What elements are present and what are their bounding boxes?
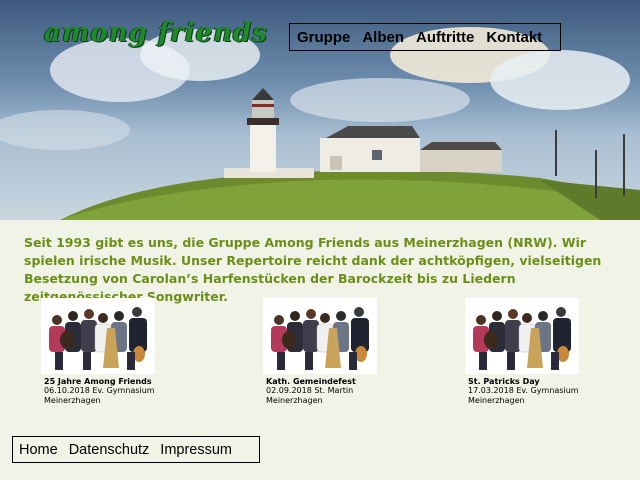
- event-card[interactable]: St. Patricks Day 17.03.2018 Ev. Gymnasiu…: [465, 298, 615, 406]
- event-date-location: 17.03.2018 Ev. Gymnasium: [468, 386, 579, 395]
- event-title: Kath. Gemeindefest: [266, 377, 356, 386]
- band-photo[interactable]: [263, 298, 377, 374]
- event-city: Meinerzhagen: [44, 396, 101, 405]
- event-card[interactable]: 25 Jahre Among Friends 06.10.2018 Ev. Gy…: [41, 298, 191, 406]
- event-card[interactable]: Kath. Gemeindefest 02.09.2018 St. Martin…: [263, 298, 413, 406]
- nav-link-alben[interactable]: Alben: [362, 29, 404, 46]
- event-date-location: 02.09.2018 St. Martin: [266, 386, 354, 395]
- footer-navigation: Home Datenschutz Impressum: [12, 436, 260, 463]
- nav-link-auftritte[interactable]: Auftritte: [416, 29, 474, 46]
- intro-text: Seit 1993 gibt es uns, die Gruppe Among …: [24, 235, 602, 304]
- event-city: Meinerzhagen: [468, 396, 525, 405]
- band-photo[interactable]: [41, 298, 155, 374]
- footer-link-impressum[interactable]: Impressum: [160, 442, 232, 458]
- event-title: 25 Jahre Among Friends: [44, 377, 152, 386]
- nav-link-gruppe[interactable]: Gruppe: [297, 29, 350, 46]
- nav-link-kontakt[interactable]: Kontakt: [486, 29, 542, 46]
- brand-logo[interactable]: among friends: [44, 18, 268, 48]
- event-date-location: 06.10.2018 Ev. Gymnasium: [44, 386, 155, 395]
- event-title: St. Patricks Day: [468, 377, 540, 386]
- footer-link-home[interactable]: Home: [19, 442, 58, 458]
- footer-link-datenschutz[interactable]: Datenschutz: [69, 442, 150, 458]
- band-photo[interactable]: [465, 298, 579, 374]
- hero-banner: among friends Gruppe Alben Auftritte Kon…: [0, 0, 640, 220]
- event-city: Meinerzhagen: [266, 396, 323, 405]
- main-navigation: Gruppe Alben Auftritte Kontakt: [289, 23, 561, 51]
